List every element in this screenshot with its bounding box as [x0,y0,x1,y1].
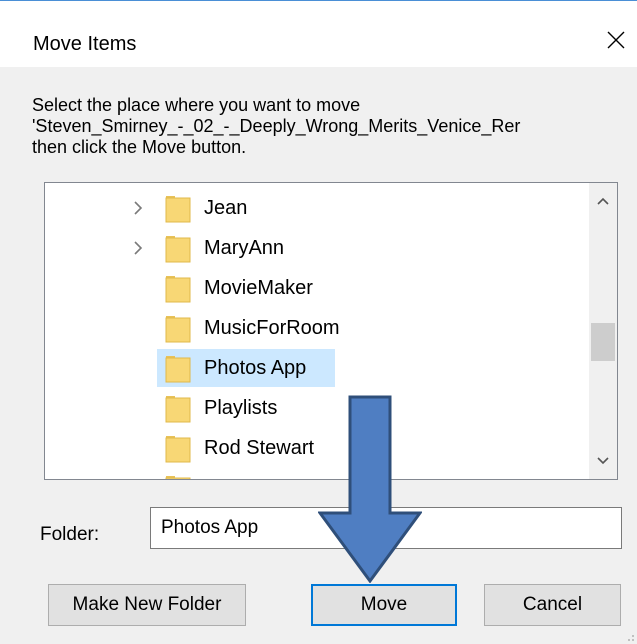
tree-item-label: Jean [204,197,248,219]
tree-item[interactable]: SmallBasic [45,469,575,479]
chevron-down-icon [597,457,609,465]
tree-item[interactable]: MusicForRoom [45,309,575,347]
scroll-down-button[interactable] [589,447,617,475]
move-button[interactable]: Move [311,584,457,626]
tree-item-label: MaryAnn [204,237,285,259]
instructions-line-2: 'Steven_Smirney_-_02_-_Deeply_Wrong_Meri… [32,116,521,136]
tree-item-label: Playlists [204,397,278,419]
down-arrow-icon [318,395,422,583]
folder-icon [165,356,191,383]
title-bar: Move Items [0,1,637,67]
scroll-up-button[interactable] [589,187,617,215]
instructions-line-3: then click the Move button. [32,137,247,157]
cancel-button[interactable]: Cancel [484,584,621,626]
instructions-text: Select the place where you want to move … [32,95,628,158]
tree-item-label: MusicForRoom [204,317,340,339]
tree-item-label: Rod Stewart [204,437,315,459]
tree-item[interactable]: MovieMaker [45,269,575,307]
chevron-right-icon[interactable] [130,200,146,216]
scroll-thumb[interactable] [591,323,615,361]
folder-label: Folder: [40,524,100,545]
tree-item[interactable]: Jean [45,189,575,227]
chevron-up-icon [597,197,609,205]
make-new-folder-button[interactable]: Make New Folder [48,584,246,626]
dialog-title: Move Items [33,33,137,55]
tree-item[interactable]: MaryAnn [45,229,575,267]
close-button[interactable] [601,23,631,57]
tree-item-label: SmallBasic [200,476,307,479]
folder-icon [165,236,191,263]
folder-icon [165,476,191,479]
folder-icon [165,276,191,303]
tree-item-label: Photos App [204,357,307,379]
resize-grip-icon[interactable] [623,630,635,642]
close-icon [607,31,625,49]
instructions-line-1: Select the place where you want to move [32,95,361,115]
folder-icon [165,316,191,343]
folder-icon [165,396,191,423]
vertical-scrollbar[interactable] [589,183,617,479]
tree-item[interactable]: Rod Stewart [45,429,575,467]
folder-icon [165,196,191,223]
chevron-right-icon[interactable] [130,240,146,256]
tree-item[interactable]: Photos App [45,349,575,387]
tree-item[interactable]: Playlists [45,389,575,427]
tree-item-label: MovieMaker [204,277,313,299]
folder-icon [165,436,191,463]
move-items-dialog: Move Items Select the place where you wa… [0,0,637,644]
